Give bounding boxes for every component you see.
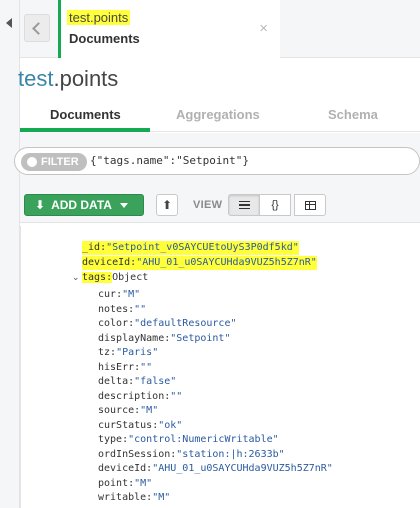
field-key: source (98, 405, 135, 416)
field-value: "M" (134, 477, 153, 489)
field-value: "false" (134, 376, 177, 387)
tag-field-row[interactable]: type:"control:NumericWritable" (98, 433, 279, 447)
field-value: "M" (152, 492, 171, 503)
tab-subtitle: Documents (69, 31, 140, 46)
page-title: test.points (18, 66, 118, 92)
tag-field-row[interactable]: displayName:"Setpoint" (98, 332, 230, 346)
tag-field-row[interactable]: ordInSession:"station:|h:2633b" (98, 448, 285, 462)
tag-field-row[interactable]: cur:"M" (98, 288, 140, 302)
field-tags[interactable]: tags:Object (82, 271, 148, 285)
field-key: type (98, 434, 123, 445)
field-key: displayName (98, 332, 165, 344)
field-key: point (98, 477, 129, 489)
active-tab-indicator (20, 128, 150, 132)
field-key: cur (98, 289, 117, 300)
close-icon[interactable]: × (259, 20, 268, 37)
tag-field-row[interactable]: writable:"M" (98, 491, 170, 505)
list-icon (238, 200, 250, 210)
table-icon (304, 200, 316, 210)
database-name: test (18, 66, 54, 91)
tag-field-row[interactable]: hisErr:"" (98, 361, 152, 375)
json-view-button[interactable]: {} (259, 194, 291, 216)
tag-field-row[interactable]: color:"defaultResource" (98, 317, 237, 331)
field-value: "AHU_01_u0SAYCUHda9VUZ5h5Z7nR" (152, 463, 333, 474)
tab-documents[interactable]: Documents (50, 107, 121, 122)
field-key: deviceId (98, 463, 147, 474)
field-value: "" (140, 361, 153, 373)
field-value: "M" (140, 405, 159, 416)
field-value: "station:|h:2633b" (176, 448, 285, 460)
tag-field-row[interactable]: source:"M" (98, 404, 158, 418)
tab-schema[interactable]: Schema (328, 107, 378, 122)
collection-name: .points (53, 66, 119, 91)
tag-field-row[interactable]: point:"M" (98, 477, 152, 491)
field-value: "M" (122, 289, 141, 300)
field-key: hisErr (98, 361, 135, 373)
field-value: "" (134, 303, 147, 315)
export-button[interactable]: ⬆ (156, 194, 178, 216)
left-gutter (0, 0, 20, 508)
field-value: "Setpoint" (170, 332, 231, 344)
list-view-button[interactable] (228, 194, 260, 216)
field-key: notes (98, 303, 129, 315)
tab-title: test.points (67, 10, 131, 25)
tag-field-row[interactable]: tz:"Paris" (98, 346, 158, 360)
download-icon: ⬇ (35, 198, 46, 212)
field-value: "" (170, 390, 183, 402)
field-key: ordInSession (98, 448, 171, 460)
tag-field-row[interactable]: description:"" (98, 390, 182, 404)
field-id[interactable]: _id:"Setpoint_v0SAYCUEtoUyS3P0df5kd" (82, 241, 299, 255)
chevron-down-icon (119, 202, 128, 208)
upload-icon: ⬆ (161, 198, 173, 212)
field-value: "defaultResource" (134, 318, 237, 329)
back-button[interactable] (24, 14, 50, 42)
add-data-button[interactable]: ⬇ ADD DATA (24, 194, 144, 216)
collapse-arrow-icon[interactable] (6, 18, 12, 28)
field-key: curStatus (98, 419, 153, 431)
field-key: description (98, 390, 165, 402)
field-value: "control:NumericWritable" (128, 434, 279, 445)
tag-field-row[interactable]: delta:"false" (98, 375, 176, 389)
add-data-label: ADD DATA (51, 198, 112, 212)
filter-label: FILTER (21, 153, 87, 171)
tab-strip: test.points Documents × (20, 0, 420, 58)
tag-field-row[interactable]: notes:"" (98, 303, 146, 317)
field-key: delta (98, 376, 129, 387)
field-value: "ok" (158, 419, 183, 431)
field-key: color (98, 318, 129, 329)
table-view-button[interactable] (294, 194, 326, 216)
field-key: writable (98, 492, 147, 503)
tag-field-row[interactable]: curStatus:"ok" (98, 419, 182, 433)
chevron-down-icon[interactable]: ⌄ (72, 272, 80, 283)
field-deviceid[interactable]: deviceId:"AHU_01_u0SAYCUHda9VUZ5h5Z7nR" (82, 256, 317, 270)
field-key: tz (98, 347, 111, 358)
tab-test-points[interactable]: test.points Documents × (58, 0, 280, 58)
tag-field-row[interactable]: deviceId:"AHU_01_u0SAYCUHda9VUZ5h5Z7nR" (98, 462, 333, 476)
tab-aggregations[interactable]: Aggregations (176, 107, 260, 122)
filter-bar[interactable]: FILTER {"tags.name":"Setpoint"} (14, 147, 420, 175)
view-label: VIEW (193, 199, 223, 211)
json-icon: {} (271, 199, 279, 211)
field-value: "Paris" (116, 347, 159, 358)
sub-tabs: Documents Aggregations Schema (20, 100, 420, 132)
filter-input[interactable]: {"tags.name":"Setpoint"} (90, 154, 249, 167)
